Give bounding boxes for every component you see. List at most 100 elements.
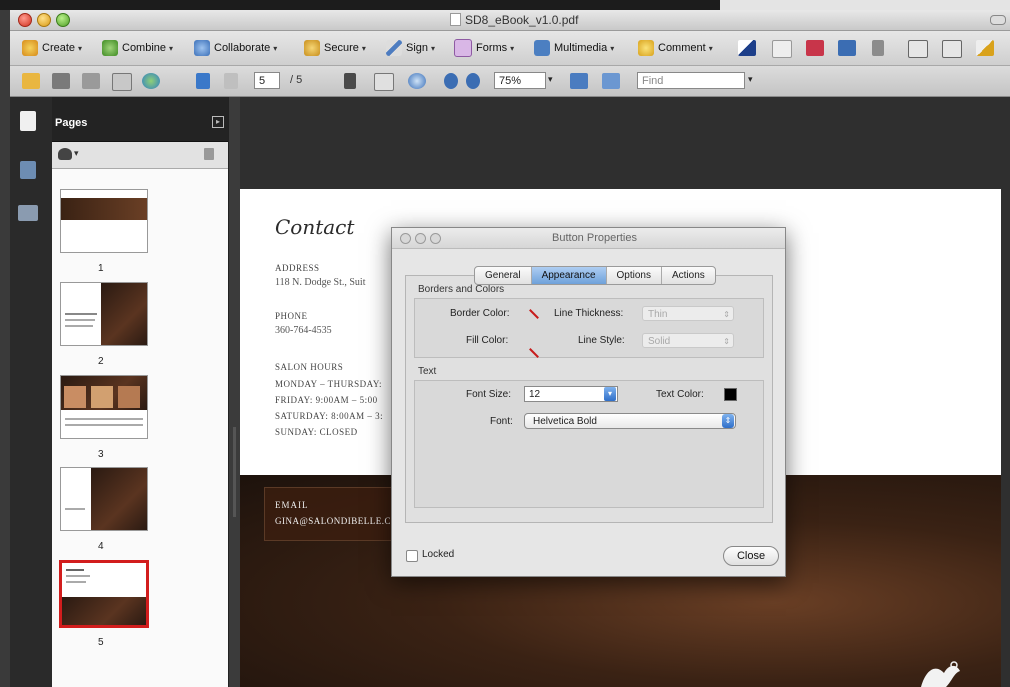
comment-icon	[638, 40, 654, 56]
border-color-swatch[interactable]	[526, 308, 540, 320]
previous-page-icon[interactable]	[196, 73, 210, 89]
text-color-swatch[interactable]	[724, 388, 737, 401]
comment-button[interactable]: Comment ▾	[638, 38, 713, 58]
attachments-icon[interactable]	[20, 161, 36, 179]
close-window-button[interactable]	[18, 13, 32, 27]
chevron-down-icon[interactable]: ▾	[748, 74, 753, 85]
print-icon[interactable]	[52, 73, 70, 89]
zoom-out-icon[interactable]	[444, 73, 458, 89]
button-properties-dialog: Button Properties Borders and Colors Bor…	[391, 227, 786, 577]
save-icon[interactable]	[82, 73, 100, 89]
chevron-down-icon: ▾	[610, 43, 615, 53]
multimedia-button[interactable]: Multimedia ▾	[534, 38, 614, 58]
font-size-dropdown-button[interactable]: ▾	[604, 387, 616, 401]
dialog-zoom-button[interactable]	[430, 233, 441, 244]
next-page-icon[interactable]	[224, 73, 238, 89]
fit-width-icon[interactable]	[570, 73, 588, 89]
page-thumbnail-2[interactable]	[60, 282, 148, 346]
updown-icon[interactable]: ⇕	[722, 414, 734, 428]
page-thumbnail-label: 1	[98, 263, 104, 274]
text-recognition-icon[interactable]	[772, 40, 792, 58]
edit-form-icon[interactable]	[976, 40, 994, 56]
button-field-icon[interactable]	[942, 40, 962, 58]
email-icon[interactable]	[112, 73, 132, 91]
chevron-down-icon: ▾	[431, 43, 436, 53]
dialog-minimize-button[interactable]	[415, 233, 426, 244]
pages-toolbar: ▾	[52, 142, 228, 169]
fill-color-swatch[interactable]	[526, 347, 540, 359]
dialog-close-button[interactable]	[400, 233, 411, 244]
stamp-icon[interactable]	[838, 40, 856, 56]
chevron-down-icon[interactable]: ▾	[74, 148, 79, 159]
page-thumbnail-5[interactable]	[59, 560, 149, 628]
zoom-in-icon[interactable]	[466, 73, 480, 89]
borders-section-label: Borders and Colors	[418, 284, 505, 295]
trash-icon[interactable]	[204, 148, 214, 160]
chevron-down-icon: ▾	[361, 43, 366, 53]
forms-button[interactable]: Forms ▾	[454, 38, 514, 58]
combine-label: Combine	[122, 42, 167, 54]
title-bar: SD8_eBook_v1.0.pdf	[10, 10, 1010, 31]
updown-icon: ⇕	[723, 310, 730, 319]
line-thickness-label: Line Thickness:	[554, 308, 624, 319]
create-label: Create	[42, 42, 76, 54]
hours-label: Salon Hours	[275, 362, 344, 372]
pdf-file-icon	[450, 13, 461, 26]
page-number-input[interactable]: 5	[254, 72, 280, 89]
close-button[interactable]: Close	[723, 546, 779, 566]
close-panel-icon[interactable]: ▸	[212, 116, 224, 128]
form-field-icon[interactable]	[908, 40, 928, 58]
line-style-select[interactable]: Solid ⇕	[642, 333, 734, 348]
combine-icon	[102, 40, 118, 56]
combine-button[interactable]: Combine ▾	[102, 38, 173, 58]
hand-tool-icon[interactable]	[374, 73, 394, 91]
forms-label: Forms	[476, 42, 508, 54]
zoom-window-button[interactable]	[56, 13, 70, 27]
collaborate-button[interactable]: Collaborate ▾	[194, 38, 277, 58]
create-button[interactable]: Create ▾	[22, 38, 82, 58]
zoom-tool-icon[interactable]	[408, 73, 426, 89]
dialog-title: Button Properties	[552, 232, 637, 244]
text-cursor-icon[interactable]	[344, 73, 356, 89]
phone-label: Phone	[275, 311, 308, 321]
signatures-icon[interactable]	[18, 205, 38, 221]
open-folder-icon[interactable]	[22, 73, 40, 89]
page-thumbnail-3[interactable]	[60, 375, 148, 439]
font-label: Font:	[490, 416, 513, 427]
find-input[interactable]: Find	[637, 72, 745, 89]
options-icon[interactable]	[58, 148, 72, 160]
window-title: SD8_eBook_v1.0.pdf	[450, 13, 578, 27]
toolbar-toggle-button[interactable]	[990, 15, 1006, 25]
line-thickness-select[interactable]: Thin ⇕	[642, 306, 734, 321]
pages-icon[interactable]	[20, 111, 36, 131]
tab-options[interactable]: Options	[607, 267, 662, 284]
pages-header: Pages ▸	[52, 97, 228, 142]
task-toolbar: Create ▾ Combine ▾ Collaborate ▾ Secure ▾ Si…	[10, 31, 1010, 66]
chevron-down-icon: ▾	[169, 43, 174, 53]
sign-button[interactable]: Sign ▾	[386, 38, 435, 58]
full-screen-icon[interactable]	[602, 73, 620, 89]
font-size-label: Font Size:	[466, 389, 512, 400]
page-thumbnail-1[interactable]	[60, 189, 148, 253]
locked-checkbox[interactable]	[406, 550, 418, 562]
tab-general[interactable]: General	[475, 267, 532, 284]
secure-label: Secure	[324, 42, 359, 54]
font-select[interactable]: Helvetica Bold	[524, 413, 736, 429]
select-tool-icon[interactable]	[738, 40, 756, 56]
chevron-down-icon[interactable]: ▾	[548, 74, 553, 85]
text-color-label: Text Color:	[656, 389, 704, 400]
highlight-tool-icon[interactable]	[806, 40, 824, 56]
page-thumbnail-4[interactable]	[60, 467, 148, 531]
line-style-label: Line Style:	[578, 335, 625, 346]
hours-line: Sunday: Closed	[275, 427, 358, 437]
zoom-level-input[interactable]: 75%	[494, 72, 546, 89]
splitter-grip[interactable]	[233, 427, 236, 517]
attach-icon[interactable]	[872, 40, 884, 56]
comment-label: Comment	[658, 42, 706, 54]
tab-appearance[interactable]: Appearance	[531, 267, 607, 284]
minimize-window-button[interactable]	[37, 13, 51, 27]
globe-icon[interactable]	[142, 73, 160, 89]
tab-actions[interactable]: Actions	[662, 267, 715, 284]
secure-button[interactable]: Secure ▾	[304, 38, 366, 58]
pages-title: Pages	[55, 117, 88, 129]
